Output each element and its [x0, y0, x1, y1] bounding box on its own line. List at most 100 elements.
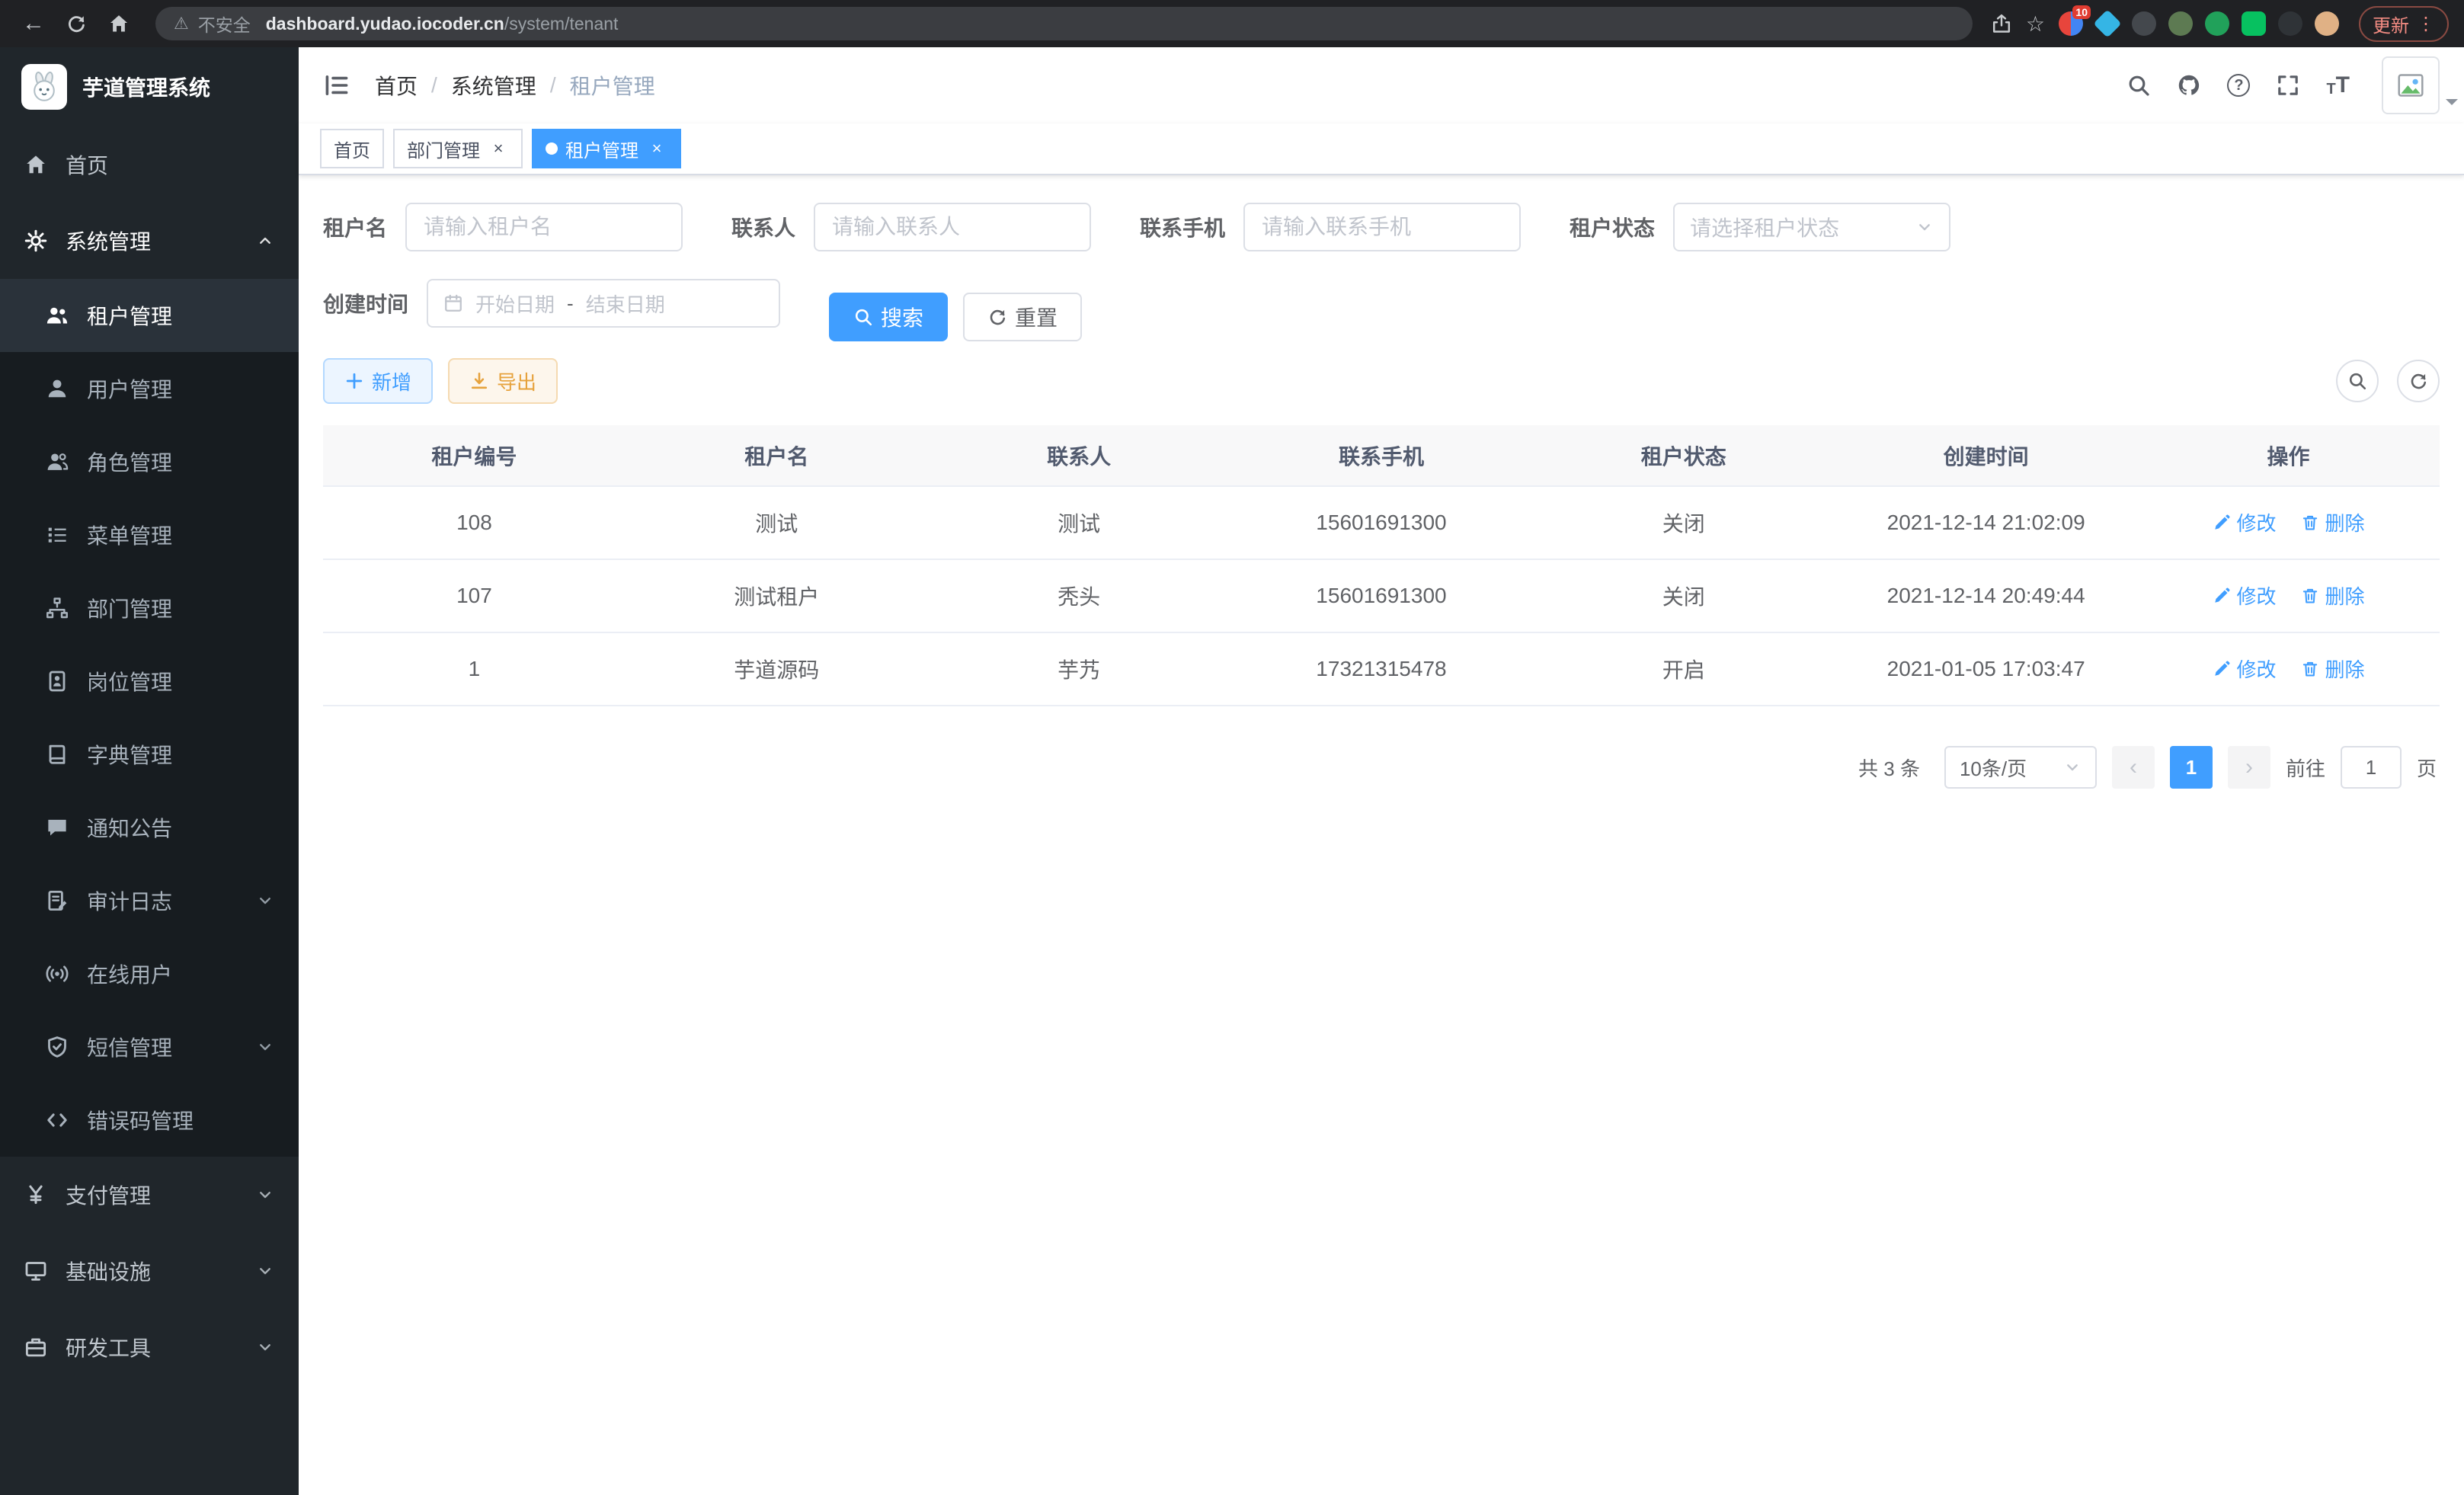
- fullscreen-button[interactable]: [2276, 73, 2300, 98]
- app-logo: [21, 64, 67, 110]
- infra-icon: [24, 1260, 47, 1282]
- page-number-button[interactable]: 1: [2170, 746, 2213, 789]
- edit-button[interactable]: 修改: [2213, 581, 2277, 610]
- cell-phone: 15601691300: [1230, 559, 1533, 632]
- create-time-label: 创建时间: [323, 288, 408, 319]
- download-icon: [469, 371, 489, 391]
- audit-icon: [46, 889, 69, 912]
- extension-green-circle[interactable]: [2205, 11, 2229, 36]
- sidebar-item-dict[interactable]: 字典管理: [0, 718, 299, 791]
- column-header: 租户名: [626, 425, 928, 486]
- breadcrumb-item[interactable]: 首页: [375, 70, 418, 101]
- cell-phone: 15601691300: [1230, 486, 1533, 559]
- column-header: 操作: [2137, 425, 2440, 486]
- export-button[interactable]: 导出: [448, 358, 558, 404]
- create-time-range-picker[interactable]: 开始日期 - 结束日期: [427, 279, 780, 328]
- bookmark-star-icon[interactable]: ☆: [2026, 11, 2045, 37]
- sidebar-item-menu[interactable]: 菜单管理: [0, 498, 299, 571]
- sidebar-item-sms[interactable]: 短信管理: [0, 1010, 299, 1084]
- extension-red-blue[interactable]: 10: [2059, 11, 2083, 36]
- sidebar-item-dept[interactable]: 部门管理: [0, 571, 299, 645]
- filter-create-time: 创建时间 开始日期 - 结束日期: [323, 279, 780, 328]
- sidebar-item-infra[interactable]: 基础设施: [0, 1233, 299, 1309]
- delete-button[interactable]: 删除: [2301, 508, 2365, 536]
- contact-input[interactable]: [814, 203, 1091, 251]
- sidebar-item-payment[interactable]: 支付管理: [0, 1157, 299, 1233]
- tab-租户管理[interactable]: 租户管理×: [532, 129, 681, 168]
- search-button[interactable]: 搜索: [829, 293, 948, 341]
- sidebar-item-system[interactable]: 系统管理: [0, 203, 299, 279]
- browser-home-button[interactable]: [101, 5, 137, 42]
- sidebar-item-post[interactable]: 岗位管理: [0, 645, 299, 718]
- browser-actions: ☆ 10 更新 ⋮: [1991, 6, 2449, 42]
- user-menu[interactable]: [2382, 56, 2440, 114]
- dict-icon: [46, 743, 69, 766]
- prev-page-button[interactable]: ‹: [2112, 746, 2155, 789]
- tenant-name-input[interactable]: [405, 203, 683, 251]
- tenant-status-select[interactable]: 请选择租户状态: [1673, 203, 1950, 251]
- browser-url-bar[interactable]: ⚠ 不安全 dashboard.yudao.iocoder.cn/system/…: [155, 7, 1973, 40]
- extension-dark-circle[interactable]: [2278, 11, 2302, 36]
- sidebar-item-user[interactable]: 用户管理: [0, 352, 299, 425]
- header-search-button[interactable]: [2126, 73, 2151, 98]
- reset-button[interactable]: 重置: [963, 293, 1082, 341]
- tab-部门管理[interactable]: 部门管理×: [393, 129, 523, 168]
- page-size-select[interactable]: 10条/页: [1944, 746, 2097, 789]
- next-page-button[interactable]: ›: [2228, 746, 2270, 789]
- search-icon: [853, 307, 873, 327]
- sidebar-item-devtools[interactable]: 研发工具: [0, 1309, 299, 1385]
- toggle-search-button[interactable]: [2336, 360, 2379, 402]
- column-header: 创建时间: [1835, 425, 2137, 486]
- sidebar-collapse-button[interactable]: [323, 72, 350, 99]
- table-toolbar: 新增 导出: [323, 358, 2440, 404]
- sidebar-item-notice[interactable]: 通知公告: [0, 791, 299, 864]
- edit-button[interactable]: 修改: [2213, 508, 2277, 536]
- sidebar-item-home[interactable]: 首页: [0, 126, 299, 203]
- delete-button[interactable]: 删除: [2301, 581, 2365, 610]
- sidebar-item-errcode[interactable]: 错误码管理: [0, 1084, 299, 1157]
- app-logo-row[interactable]: 芋道管理系统: [0, 47, 299, 126]
- column-header: 租户状态: [1532, 425, 1835, 486]
- filter-form: 租户名 联系人 联系手机 租户状态 请选择租户状态: [323, 203, 2440, 355]
- tenant-name-label: 租户名: [323, 212, 387, 242]
- home-icon: [24, 153, 47, 176]
- browser-update-button[interactable]: 更新 ⋮: [2359, 6, 2449, 42]
- tenant-icon: [46, 304, 69, 327]
- table-row: 1芋道源码芋艿17321315478开启2021-01-05 17:03:47修…: [323, 632, 2440, 706]
- chevron-down-icon: [256, 892, 274, 910]
- status-placeholder: 请选择租户状态: [1690, 212, 1839, 242]
- end-date-placeholder: 结束日期: [586, 290, 665, 318]
- tab-首页[interactable]: 首页: [320, 129, 384, 168]
- sidebar-item-role[interactable]: 角色管理: [0, 425, 299, 498]
- toolbar-right: [2336, 360, 2440, 402]
- share-icon[interactable]: [1991, 13, 2012, 34]
- sidebar-item-tenant[interactable]: 租户管理: [0, 279, 299, 352]
- tab-close-icon[interactable]: ×: [646, 138, 667, 159]
- github-icon: [2177, 73, 2201, 98]
- delete-button[interactable]: 删除: [2301, 655, 2365, 683]
- browser-reload-button[interactable]: [58, 5, 94, 42]
- home-icon: [108, 13, 130, 34]
- help-button[interactable]: ?: [2227, 74, 2250, 97]
- tab-close-icon[interactable]: ×: [488, 138, 509, 159]
- cell-contact: 测试: [928, 486, 1230, 559]
- extension-tan-circle[interactable]: [2315, 11, 2339, 36]
- sidebar-item-online[interactable]: 在线用户: [0, 937, 299, 1010]
- font-size-button[interactable]: TT: [2326, 74, 2350, 97]
- extension-blue-diamond[interactable]: [2093, 9, 2121, 37]
- phone-input[interactable]: [1243, 203, 1521, 251]
- github-button[interactable]: [2177, 73, 2201, 98]
- breadcrumb-item[interactable]: 系统管理: [451, 70, 536, 101]
- edit-button[interactable]: 修改: [2213, 655, 2277, 683]
- extension-dark-sphere[interactable]: [2132, 11, 2156, 36]
- extension-olive-circle[interactable]: [2168, 11, 2193, 36]
- extension-green-square[interactable]: [2242, 11, 2266, 36]
- browser-menu-icon: ⋮: [2417, 13, 2435, 35]
- refresh-table-button[interactable]: [2397, 360, 2440, 402]
- browser-back-button[interactable]: ←: [15, 5, 52, 42]
- chevron-down-icon: [256, 1262, 274, 1280]
- sidebar-item-audit[interactable]: 审计日志: [0, 864, 299, 937]
- add-button[interactable]: 新增: [323, 358, 433, 404]
- menu-icon: [46, 523, 69, 546]
- goto-page-input[interactable]: [2341, 746, 2402, 789]
